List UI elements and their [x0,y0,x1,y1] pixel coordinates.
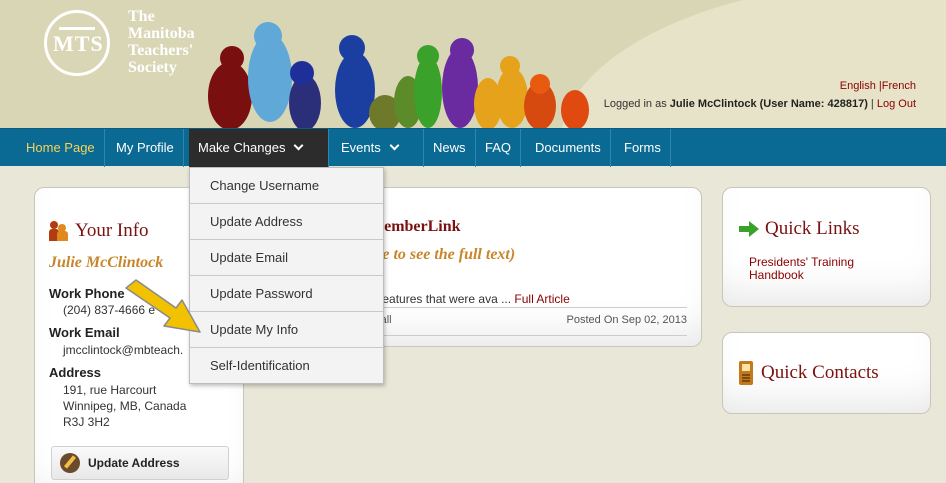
quick-contacts-title: Quick Contacts [761,362,879,383]
login-status: Logged in as Julie McClintock (User Name… [604,98,916,110]
address-label: Address [49,365,102,380]
header-silhouettes-illustration [208,22,589,128]
nav-faq-label: FAQ [485,140,512,155]
nav-forms-label: Forms [624,140,661,155]
language-switcher: English |French [840,80,916,92]
login-prefix: Logged in as [603,98,670,110]
logout-link[interactable]: Log Out [877,98,916,110]
nav-home[interactable]: Home Page [17,129,105,167]
quick-contacts-panel: Quick Contacts [722,332,931,414]
your-info-heading: Your Info [49,220,149,242]
quick-links-heading: Quick Links [739,218,859,240]
org-name: The Manitoba Teachers' Society [128,8,195,76]
logo-letters: MTS [53,31,104,56]
work-phone-value: (204) 837-4666 e [63,303,156,317]
member-name: Julie McClintock [49,254,164,271]
address-line1: 191, rue Harcourt [63,383,157,397]
nav-documents-label: Documents [535,140,601,155]
nav-home-label: Home Page [26,140,95,155]
memberlink-excerpt-text: e features that were ava ... [369,292,515,306]
nav-forms[interactable]: Forms [615,129,671,167]
work-phone-label: Work Phone [49,286,125,301]
main-nav: Home Page My Profile Make Changes Events… [0,128,946,167]
menu-item-update-address[interactable]: Update Address [190,204,383,240]
quick-links-title: Quick Links [765,218,860,239]
presidents-training-handbook-link[interactable]: Presidents' Training Handbook [749,256,909,282]
update-address-button[interactable]: Update Address [51,446,229,480]
menu-item-update-password[interactable]: Update Password [190,276,383,312]
your-info-title: Your Info [75,220,149,241]
arrow-right-icon [739,221,759,237]
divider [369,335,687,336]
site-header: MTS The Manitoba Teachers' Society Engli… [0,0,946,128]
work-email-value: jmcclintock@mbteach. [63,343,184,357]
chevron-down-icon [389,140,400,151]
make-changes-dropdown: Change Username Update Address Update Em… [189,167,384,384]
pencil-icon [60,453,80,473]
nav-faq[interactable]: FAQ [476,129,522,167]
nav-events[interactable]: Events [332,129,424,167]
address-line2: Winnipeg, MB, Canada [63,399,187,413]
address-line3: R3J 3H2 [63,415,110,429]
people-icon [49,221,69,241]
memberlink-subtitle[interactable]: itle to see the full text) [369,246,515,264]
memberlink-posted-date: Posted On Sep 02, 2013 [566,314,687,326]
full-article-link[interactable]: Full Article [514,292,569,306]
org-name-line: Manitoba [128,25,195,42]
nav-my-profile-label: My Profile [116,140,174,155]
nav-events-label: Events [341,140,381,155]
menu-item-self-identification[interactable]: Self-Identification [190,348,383,384]
quick-links-panel: Quick Links Presidents' Training Handboo… [722,187,931,307]
phone-icon [739,361,753,385]
login-user: Julie McClintock (User Name: 428817) [669,98,868,110]
memberlink-excerpt: e features that were ava ... Full Articl… [369,292,570,306]
org-name-line: Teachers' [128,42,194,59]
lang-english-link[interactable]: English [840,80,876,92]
work-email-label: Work Email [49,325,120,340]
quick-contacts-heading: Quick Contacts [739,361,879,385]
nav-news-label: News [433,140,466,155]
org-name-line: The [128,8,155,25]
lang-french-link[interactable]: French [882,80,916,92]
login-separator: | [867,98,877,110]
nav-my-profile[interactable]: My Profile [107,129,184,167]
nav-documents[interactable]: Documents [526,129,611,167]
chevron-down-icon [294,140,304,151]
menu-item-change-username[interactable]: Change Username [190,168,383,204]
divider [369,307,687,308]
nav-make-changes-label: Make Changes [198,140,286,155]
menu-item-update-my-info[interactable]: Update My Info [190,312,383,348]
nav-news[interactable]: News [424,129,476,167]
mts-logo[interactable]: MTS [44,10,110,76]
nav-make-changes[interactable]: Make Changes [189,129,329,167]
update-address-button-label: Update Address [88,456,180,470]
menu-item-update-email[interactable]: Update Email [190,240,383,276]
org-name-line: Society [128,59,177,76]
logo-bar [59,27,95,30]
